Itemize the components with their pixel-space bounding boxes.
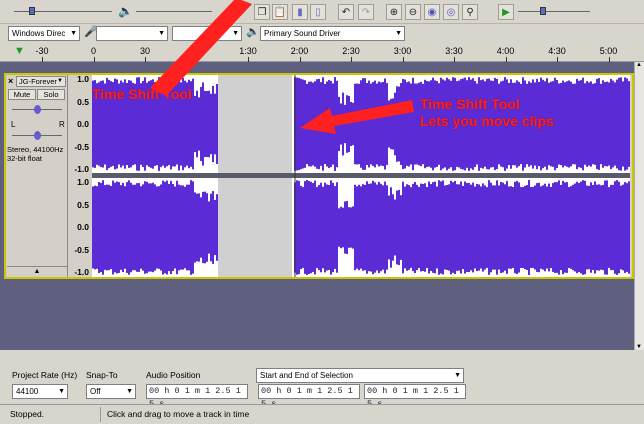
chevron-down-icon: ▼ (454, 372, 461, 379)
selection-mode-select[interactable]: Start and End of Selection ▼ (256, 368, 464, 383)
project-rate-label: Project Rate (Hz) (12, 370, 78, 380)
snap-to-select[interactable]: Off ▼ (86, 384, 136, 399)
selection-mode-value: Start and End of Selection (260, 371, 353, 380)
chevron-down-icon: ▼ (58, 388, 65, 395)
arrow-to-clip (300, 100, 414, 134)
status-state: Stopped. (10, 409, 45, 419)
vertical-scrollbar[interactable]: ▲ ▼ (634, 62, 644, 350)
selection-end-field[interactable]: 00 h 0 1 m 1 2.5 1 5 s (364, 384, 466, 409)
chevron-down-icon: ▼ (126, 388, 133, 395)
status-hint: Click and drag to move a track in time (107, 409, 250, 419)
audio-position-field[interactable]: 00 h 0 1 m 1 2.5 1 5 s (146, 384, 248, 409)
arrow-to-tool-icon (150, 0, 252, 96)
project-rate-value: 44100 (16, 387, 39, 396)
audio-position-label: Audio Position (146, 370, 201, 380)
snap-to-label: Snap-To (86, 370, 118, 380)
selection-start-field[interactable]: 00 h 0 1 m 1 2.5 1 5 s (258, 384, 360, 409)
status-divider (100, 407, 101, 422)
scroll-up-icon[interactable]: ▲ (636, 62, 642, 68)
project-rate-select[interactable]: 44100 ▼ (12, 384, 68, 399)
status-bar: Stopped. Click and drag to move a track … (0, 404, 644, 424)
snap-to-value: Off (90, 387, 101, 396)
